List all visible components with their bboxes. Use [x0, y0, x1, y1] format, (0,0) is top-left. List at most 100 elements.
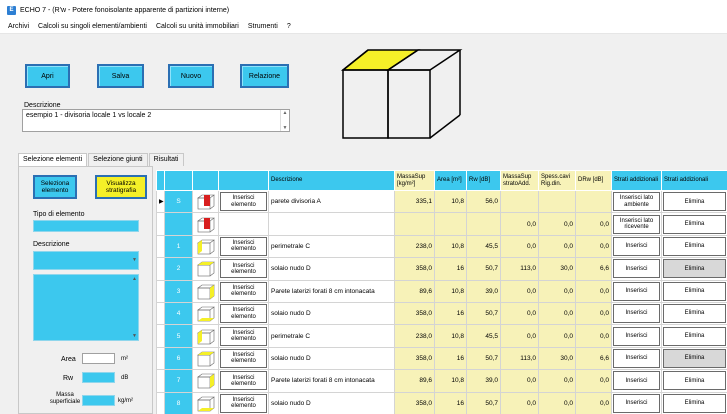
row-area[interactable]: 16	[434, 301, 467, 326]
save-button[interactable]: Salva	[97, 64, 144, 88]
row-rw[interactable]: 45,5	[466, 324, 501, 348]
insert-layers-button[interactable]: Inserisci	[613, 304, 660, 324]
table-row[interactable]: 3 Inserisci elemento Parete laterizi forat…	[156, 279, 727, 303]
row-selector[interactable]	[156, 369, 165, 393]
row-selector[interactable]	[156, 346, 165, 371]
row-thickness[interactable]: 0,0	[538, 279, 576, 303]
row-selector[interactable]	[156, 324, 165, 348]
header-rw[interactable]: Rw [dB]	[466, 170, 501, 191]
tab-selezione-elementi[interactable]: Selezione elementi	[18, 153, 88, 166]
new-button[interactable]: Nuovo	[168, 64, 214, 88]
row-mass-add[interactable]: 0,0	[500, 324, 539, 348]
row-area[interactable]	[434, 212, 467, 236]
row-rw[interactable]: 50,7	[466, 301, 501, 326]
insert-element-button[interactable]: Inserisci elemento	[220, 371, 267, 391]
description-field[interactable]: esempio 1 - divisoria locale 1 vs locale…	[22, 109, 290, 132]
row-mass-add[interactable]: 113,0	[500, 346, 539, 371]
table-row[interactable]: 1 Inserisci elemento perimetrale C 238,0 10,…	[156, 234, 727, 259]
open-button[interactable]: Apri	[25, 64, 70, 88]
delete-button[interactable]: Elimina	[663, 192, 726, 212]
row-mass[interactable]	[394, 212, 435, 236]
insert-element-button[interactable]: Inserisci elemento	[220, 326, 267, 346]
menu-strumenti[interactable]: Strumenti	[248, 23, 278, 30]
row-drw[interactable]	[575, 189, 612, 214]
area-field[interactable]	[82, 353, 115, 364]
row-mass[interactable]: 358,0	[394, 391, 435, 414]
row-rw[interactable]: 45,5	[466, 234, 501, 259]
insert-layers-button[interactable]: Inserisci	[613, 393, 660, 413]
mass-field[interactable]	[82, 395, 115, 406]
row-area[interactable]: 10,8	[434, 189, 467, 214]
row-area[interactable]: 10,8	[434, 369, 467, 393]
row-thickness[interactable]: 0,0	[538, 212, 576, 236]
delete-button[interactable]: Elimina	[663, 259, 726, 279]
show-stratigraphy-button[interactable]: Visualizza stratigrafia	[95, 175, 147, 199]
row-mass-add[interactable]: 113,0	[500, 257, 539, 281]
row-description[interactable]: perimetrale C	[268, 324, 395, 348]
row-selector[interactable]	[156, 234, 165, 259]
row-rw[interactable]: 39,0	[466, 369, 501, 393]
insert-element-button[interactable]: Inserisci elemento	[220, 236, 267, 256]
description-scrollbar[interactable]: ▲ ▼	[280, 110, 289, 131]
header-area[interactable]: Area [m²]	[434, 170, 467, 191]
row-thickness[interactable]	[538, 189, 576, 214]
tab-risultati[interactable]: Risultati	[148, 153, 184, 166]
insert-element-button[interactable]: Inserisci elemento	[220, 393, 267, 413]
delete-button[interactable]: Elimina	[663, 371, 726, 391]
row-mass[interactable]: 335,1	[394, 189, 435, 214]
insert-element-button[interactable]: Inserisci elemento	[220, 281, 267, 301]
row-area[interactable]: 10,8	[434, 234, 467, 259]
scroll-up-icon[interactable]: ▲	[132, 276, 137, 282]
delete-button[interactable]: Elimina	[663, 304, 726, 324]
table-row[interactable]: 8 Inserisci elemento solaio nudo D 358,0 16 5…	[156, 391, 727, 414]
row-description[interactable]: Parete laterizi forati 8 cm intonacata	[268, 369, 395, 393]
row-description[interactable]: solaio nudo D	[268, 346, 395, 371]
delete-button[interactable]: Elimina	[663, 281, 726, 301]
row-description[interactable]: Parete laterizi forati 8 cm intonacata	[268, 279, 395, 303]
row-description[interactable]: solaio nudo D	[268, 391, 395, 414]
row-drw[interactable]: 6,6	[575, 346, 612, 371]
row-drw[interactable]: 0,0	[575, 301, 612, 326]
row-mass-add[interactable]: 0,0	[500, 369, 539, 393]
insert-element-button[interactable]: Inserisci elemento	[220, 192, 267, 212]
row-description[interactable]: perimetrale C	[268, 234, 395, 259]
scroll-down-icon[interactable]: ▼	[283, 125, 288, 131]
insert-layers-button[interactable]: Inserisci	[613, 259, 660, 279]
scroll-up-icon[interactable]: ▲	[283, 110, 288, 116]
header-mass-add[interactable]: MassaSup stratoAdd.	[500, 170, 539, 191]
scroll-down-icon[interactable]: ▼	[132, 333, 137, 339]
row-mass-add[interactable]: 0,0	[500, 234, 539, 259]
row-description[interactable]	[268, 212, 395, 236]
row-thickness[interactable]: 0,0	[538, 324, 576, 348]
tab-selezione-giunti[interactable]: Selezione giunti	[88, 153, 148, 166]
row-selector[interactable]	[156, 257, 165, 281]
row-mass[interactable]: 89,6	[394, 279, 435, 303]
row-drw[interactable]: 0,0	[575, 369, 612, 393]
element-description-short-field[interactable]: ▼	[33, 251, 139, 270]
menu-calcoli-unita[interactable]: Calcoli su unità immobiliari	[156, 23, 239, 30]
row-thickness[interactable]: 30,0	[538, 346, 576, 371]
row-thickness[interactable]: 30,0	[538, 257, 576, 281]
row-description[interactable]: parete divisoria A	[268, 189, 395, 214]
insert-layers-button[interactable]: Inserisci	[613, 236, 660, 256]
insert-element-button[interactable]: Inserisci elemento	[220, 348, 267, 368]
row-thickness[interactable]: 0,0	[538, 369, 576, 393]
row-mass[interactable]: 358,0	[394, 257, 435, 281]
row-rw[interactable]	[466, 212, 501, 236]
row-rw[interactable]: 50,7	[466, 391, 501, 414]
row-drw[interactable]: 0,0	[575, 279, 612, 303]
row-area[interactable]: 16	[434, 257, 467, 281]
menu-help[interactable]: ?	[287, 23, 291, 30]
row-mass-add[interactable]: 0,0	[500, 301, 539, 326]
row-thickness[interactable]: 0,0	[538, 391, 576, 414]
row-selector[interactable]	[156, 279, 165, 303]
element-description-field[interactable]: ▲ ▼	[33, 274, 139, 341]
row-drw[interactable]: 6,6	[575, 257, 612, 281]
delete-button[interactable]: Elimina	[663, 348, 726, 368]
row-selector[interactable]	[156, 391, 165, 414]
row-selector[interactable]	[156, 212, 165, 236]
row-rw[interactable]: 50,7	[466, 346, 501, 371]
row-area[interactable]: 16	[434, 346, 467, 371]
row-area[interactable]: 10,8	[434, 324, 467, 348]
row-description[interactable]: solaio nudo D	[268, 257, 395, 281]
